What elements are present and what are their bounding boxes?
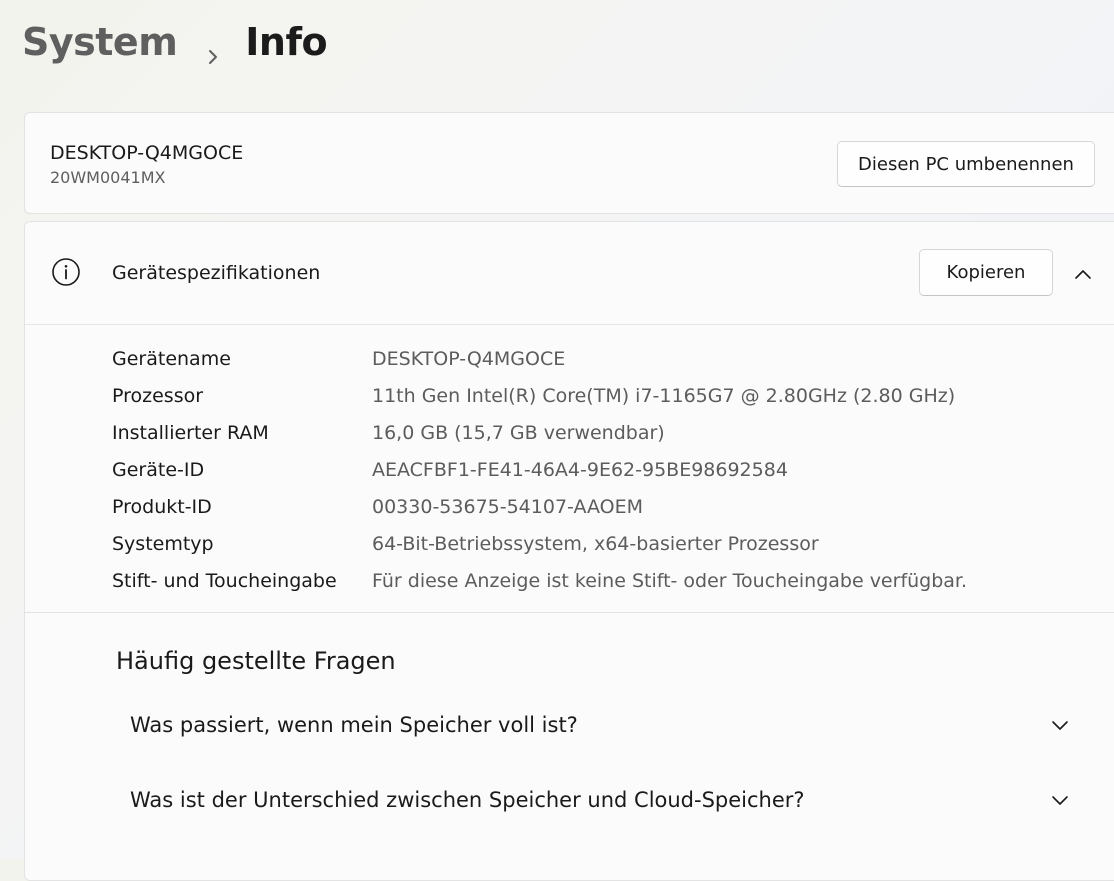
faq-question: Was passiert, wenn mein Speicher voll is… bbox=[130, 713, 578, 737]
spec-table: Gerätename DESKTOP-Q4MGOCE Prozessor 11t… bbox=[112, 340, 967, 599]
spec-value: 64-Bit-Betriebssystem, x64-basierter Pro… bbox=[372, 532, 819, 555]
spec-row-ram: Installierter RAM 16,0 GB (15,7 GB verwe… bbox=[112, 414, 967, 451]
copy-button[interactable]: Kopieren bbox=[919, 249, 1053, 296]
spec-value: 00330-53675-54107-AAOEM bbox=[372, 495, 644, 518]
spec-row-product-id: Produkt-ID 00330-53675-54107-AAOEM bbox=[112, 488, 967, 525]
chevron-down-icon bbox=[1050, 715, 1070, 735]
spec-value: 16,0 GB (15,7 GB verwendbar) bbox=[372, 421, 665, 444]
pc-name-card: DESKTOP-Q4MGOCE 20WM0041MX Diesen PC umb… bbox=[24, 112, 1114, 214]
spec-row-system-type: Systemtyp 64-Bit-Betriebssystem, x64-bas… bbox=[112, 525, 967, 562]
spec-value: Für diese Anzeige ist keine Stift- oder … bbox=[372, 569, 968, 592]
faq-question: Was ist der Unterschied zwischen Speiche… bbox=[130, 788, 805, 812]
spec-label: Geräte-ID bbox=[112, 458, 205, 481]
spec-row-processor: Prozessor 11th Gen Intel(R) Core(TM) i7-… bbox=[112, 377, 967, 414]
breadcrumb-system[interactable]: System bbox=[22, 20, 178, 64]
section-divider bbox=[25, 612, 1114, 613]
spec-value: DESKTOP-Q4MGOCE bbox=[372, 347, 566, 370]
spec-label: Systemtyp bbox=[112, 532, 214, 555]
chevron-down-icon bbox=[1050, 790, 1070, 810]
pc-model: 20WM0041MX bbox=[50, 168, 166, 187]
chevron-right-icon bbox=[203, 32, 223, 64]
spec-label: Prozessor bbox=[112, 384, 204, 407]
rename-pc-button[interactable]: Diesen PC umbenennen bbox=[837, 141, 1095, 187]
spec-row-device-id: Geräte-ID AEACFBF1-FE41-46A4-9E62-95BE98… bbox=[112, 451, 967, 488]
spec-label: Installierter RAM bbox=[112, 421, 269, 444]
device-specs-title: Gerätespezifikationen bbox=[112, 262, 321, 284]
faq-item-storage-vs-cloud[interactable]: Was ist der Unterschied zwischen Speiche… bbox=[130, 775, 1070, 825]
page-title: Info bbox=[245, 20, 328, 64]
breadcrumb: System Info bbox=[22, 14, 328, 70]
device-specs-header[interactable]: Gerätespezifikationen Kopieren bbox=[25, 222, 1114, 325]
spec-row-device-name: Gerätename DESKTOP-Q4MGOCE bbox=[112, 340, 967, 377]
spec-label: Stift- und Toucheingabe bbox=[112, 569, 337, 592]
spec-label: Gerätename bbox=[112, 347, 231, 370]
faq-title: Häufig gestellte Fragen bbox=[116, 647, 396, 675]
spec-label: Produkt-ID bbox=[112, 495, 212, 518]
info-icon bbox=[51, 257, 81, 287]
spec-value: AEACFBF1-FE41-46A4-9E62-95BE98692584 bbox=[372, 458, 788, 481]
spec-value: 11th Gen Intel(R) Core(TM) i7-1165G7 @ 2… bbox=[372, 384, 956, 407]
device-specs-card: Gerätespezifikationen Kopieren Gerätenam… bbox=[24, 221, 1114, 881]
chevron-up-icon[interactable] bbox=[1073, 264, 1093, 284]
pc-name: DESKTOP-Q4MGOCE bbox=[50, 142, 244, 164]
spec-row-pen-touch: Stift- und Toucheingabe Für diese Anzeig… bbox=[112, 562, 967, 599]
faq-item-storage-full[interactable]: Was passiert, wenn mein Speicher voll is… bbox=[130, 700, 1070, 750]
